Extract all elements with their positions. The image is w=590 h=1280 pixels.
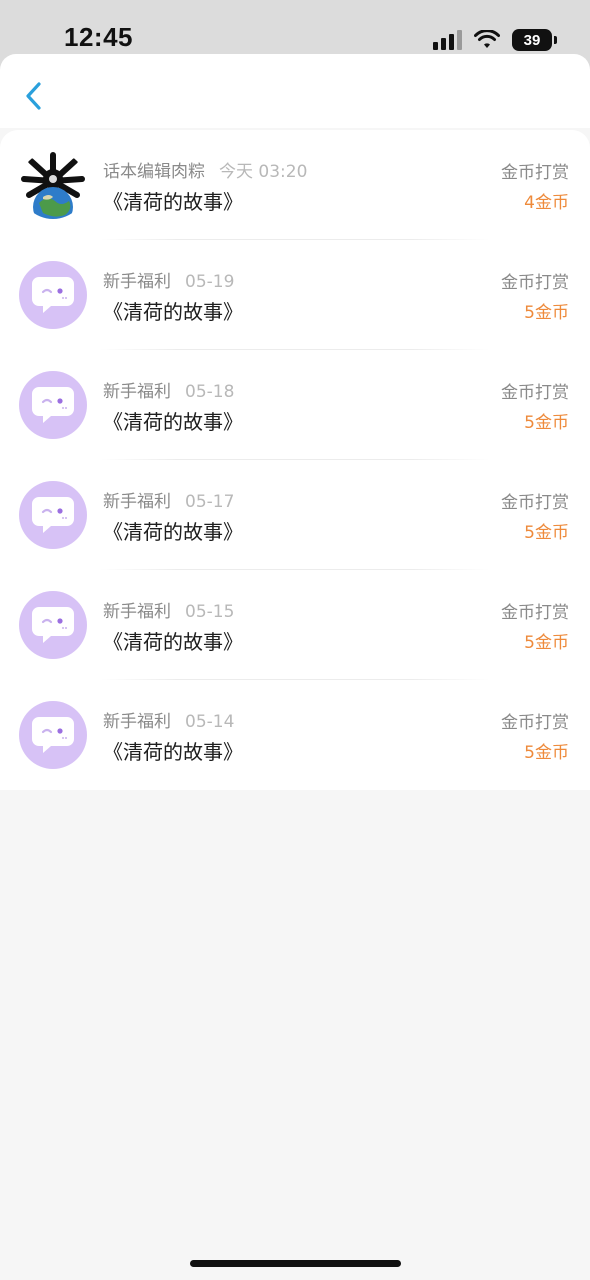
chat-bubble-icon — [32, 497, 74, 533]
book-title: 《清荷的故事》 — [103, 630, 243, 654]
book-title: 《清荷的故事》 — [103, 190, 243, 214]
list-item[interactable]: 新手福利 05-14 《清荷的故事》 金币打赏 5金币 — [0, 680, 590, 790]
chat-bubble-icon — [32, 387, 74, 423]
avatar — [19, 151, 87, 219]
record-date: 05-18 — [185, 382, 235, 402]
avatar — [19, 701, 87, 769]
chat-bubble-icon — [32, 277, 74, 313]
reward-type: 金币打赏 — [501, 493, 569, 513]
list-item[interactable]: 新手福利 05-18 《清荷的故事》 金币打赏 5金币 — [0, 350, 590, 460]
nav-bar — [0, 54, 590, 128]
status-indicators: 39 — [433, 26, 557, 54]
list-item[interactable]: 话本编辑肉粽 今天 03:20 《清荷的故事》 金币打赏 4金币 — [0, 130, 590, 240]
book-title: 《清荷的故事》 — [103, 740, 243, 764]
record-meta: 新手福利 05-18 — [103, 377, 234, 402]
list-item[interactable]: 新手福利 05-19 《清荷的故事》 金币打赏 5金币 — [0, 240, 590, 350]
reward-type: 金币打赏 — [501, 383, 569, 403]
reward-amount: 5金币 — [524, 303, 569, 323]
record-date: 05-14 — [185, 712, 235, 732]
book-title: 《清荷的故事》 — [103, 410, 243, 434]
record-meta: 话本编辑肉粽 今天 03:20 — [103, 157, 307, 182]
reward-amount: 5金币 — [524, 633, 569, 653]
chat-bubble-icon — [32, 607, 74, 643]
book-title: 《清荷的故事》 — [103, 520, 243, 544]
record-date: 今天 03:20 — [219, 162, 308, 182]
reward-amount: 4金币 — [524, 193, 569, 213]
custom-artwork-avatar — [19, 151, 87, 219]
reward-list: 话本编辑肉粽 今天 03:20 《清荷的故事》 金币打赏 4金币 新手福利 05-1… — [0, 130, 590, 790]
avatar — [19, 481, 87, 549]
sender-name: 新手福利 — [103, 492, 171, 512]
status-time: 12:45 — [64, 22, 133, 52]
home-indicator[interactable] — [190, 1260, 401, 1267]
back-button[interactable] — [18, 78, 48, 114]
reward-amount: 5金币 — [524, 523, 569, 543]
record-meta: 新手福利 05-14 — [103, 707, 234, 732]
record-meta: 新手福利 05-19 — [103, 267, 234, 292]
book-title: 《清荷的故事》 — [103, 300, 243, 324]
sender-name: 新手福利 — [103, 272, 171, 292]
chevron-left-icon — [26, 82, 41, 110]
reward-type: 金币打赏 — [501, 163, 569, 183]
reward-type: 金币打赏 — [501, 713, 569, 733]
record-date: 05-17 — [185, 492, 235, 512]
record-date: 05-15 — [185, 602, 235, 622]
sender-name: 新手福利 — [103, 712, 171, 732]
wifi-icon — [474, 30, 500, 48]
cellular-signal-icon — [433, 30, 462, 50]
avatar — [19, 261, 87, 329]
sender-name: 新手福利 — [103, 382, 171, 402]
reward-amount: 5金币 — [524, 413, 569, 433]
sender-name: 新手福利 — [103, 602, 171, 622]
avatar — [19, 591, 87, 659]
list-item[interactable]: 新手福利 05-15 《清荷的故事》 金币打赏 5金币 — [0, 570, 590, 680]
reward-type: 金币打赏 — [501, 603, 569, 623]
record-date: 05-19 — [185, 272, 235, 292]
battery-icon: 39 — [512, 29, 557, 51]
avatar — [19, 371, 87, 439]
sender-name: 话本编辑肉粽 — [103, 162, 205, 182]
record-meta: 新手福利 05-15 — [103, 597, 234, 622]
list-item[interactable]: 新手福利 05-17 《清荷的故事》 金币打赏 5金币 — [0, 460, 590, 570]
chat-bubble-icon — [32, 717, 74, 753]
reward-type: 金币打赏 — [501, 273, 569, 293]
reward-amount: 5金币 — [524, 743, 569, 763]
record-meta: 新手福利 05-17 — [103, 487, 234, 512]
